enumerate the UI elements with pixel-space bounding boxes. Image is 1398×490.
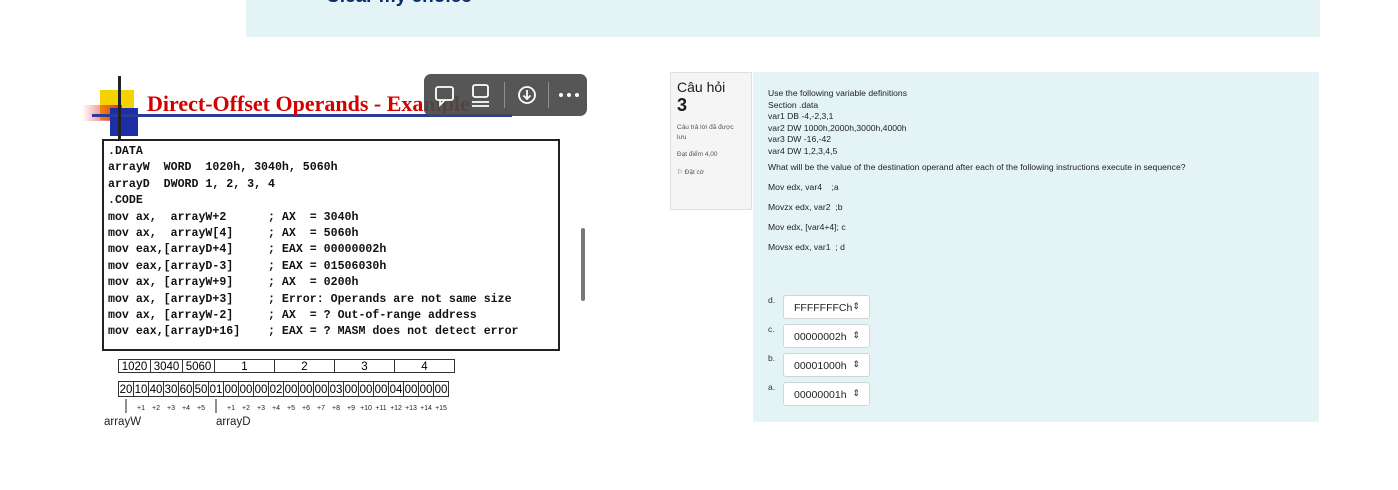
arrayW-label: arrayW — [104, 416, 142, 428]
instruction-line: Movsx edx, var1 ; d — [768, 241, 845, 252]
byte-cell: 30 — [163, 381, 179, 397]
comment-icon[interactable] — [430, 80, 460, 110]
byte-cell: 00 — [313, 381, 329, 397]
select-arrow-icon: ⇕ — [852, 359, 860, 369]
byte-cell: 50 — [193, 381, 209, 397]
byte-cell: 20 — [118, 381, 134, 397]
code-line: .CODE — [108, 194, 143, 208]
byte-cell: 00 — [238, 381, 254, 397]
code-line: mov ax, [arrayW+9] ; AX = 0200h — [108, 276, 359, 290]
question-content: Use the following variable definitions S… — [753, 72, 1319, 422]
answer-letter: a. — [768, 382, 776, 392]
question-line: var1 DB -4,-2,3,1 — [768, 111, 834, 121]
selected-value: 00000001h — [794, 389, 847, 401]
flag-label: Đặt cờ — [684, 169, 705, 176]
image-toolbar — [424, 74, 587, 116]
question-mark: Đạt điểm 4,00 — [677, 151, 718, 158]
byte-cell: 00 — [253, 381, 269, 397]
question-line: var2 DW 1000h,2000h,3000h,4000h — [768, 122, 907, 133]
code-line: mov eax,[arrayD+16] ; EAX = ? MASM does … — [108, 325, 519, 339]
slide-title: Direct-Offset Operands - Example — [147, 91, 470, 116]
answer-letter: b. — [768, 353, 776, 363]
byte-cell: 04 — [388, 381, 404, 397]
scrollbar[interactable] — [581, 228, 585, 301]
add-page-icon[interactable] — [466, 80, 496, 110]
byte-cell: 10 — [133, 381, 149, 397]
byte-cell: 01 — [208, 381, 224, 397]
byte-cell: 00 — [223, 381, 239, 397]
byte-cell: 00 — [343, 381, 359, 397]
question-title: Câu hỏi — [677, 79, 726, 95]
code-box: .DATA arrayW WORD 1020h, 3040h, 5060h ar… — [102, 139, 560, 351]
toolbar-divider — [504, 82, 505, 108]
flag-question[interactable]: ⚐ Đặt cờ — [677, 168, 704, 176]
code-line: mov ax, [arrayD+3] ; Error: Operands are… — [108, 292, 512, 306]
word-cell: 2 — [274, 359, 335, 373]
select-arrow-icon: ⇕ — [852, 388, 860, 398]
more-icon[interactable] — [554, 80, 584, 110]
word-row: 1020 3040 5060 1 2 3 4 — [118, 359, 455, 373]
code-line: mov ax, arrayW[4] ; AX = 5060h — [108, 226, 359, 240]
code-line: arrayW WORD 1020h, 3040h, 5060h — [108, 161, 338, 175]
selected-value: FFFFFFFCh — [794, 302, 853, 314]
answer-select-a[interactable]: 00000001h ⇕ — [783, 382, 870, 406]
byte-cell: 00 — [283, 381, 299, 397]
answer-select-c[interactable]: 00000002h ⇕ — [783, 324, 870, 348]
byte-cell: 00 — [373, 381, 389, 397]
question-line: var4 DW 1,2,3,4,5 — [768, 145, 838, 156]
question-prompt: What will be the value of the destinatio… — [768, 162, 1186, 172]
word-cell: 3 — [334, 359, 395, 373]
toolbar-divider — [548, 82, 549, 108]
slide-image: Direct-Offset Operands - Example .DATA a… — [82, 72, 587, 442]
code-line: arrayD DWORD 1, 2, 3, 4 — [108, 177, 275, 191]
byte-cell: 60 — [178, 381, 194, 397]
instruction-line: Movzx edx, var2 ;b — [768, 201, 843, 212]
question-text: Use the following variable definitions S… — [768, 88, 1186, 254]
selected-value: 00000002h — [794, 331, 847, 343]
byte-cell: 00 — [298, 381, 314, 397]
top-banner: Clear my choice — [246, 0, 1320, 37]
answer-select-b[interactable]: 00001000h ⇕ — [783, 353, 870, 377]
download-icon[interactable] — [512, 80, 542, 110]
answer-letter: c. — [768, 324, 775, 334]
slide-decoration — [118, 76, 121, 142]
selected-value: 00001000h — [794, 360, 847, 372]
question-line: Section .data — [768, 99, 819, 110]
word-cell: 5060 — [182, 359, 215, 373]
word-cell: 3040 — [150, 359, 183, 373]
byte-cell: 40 — [148, 381, 164, 397]
question-line: var3 DW -16,-42 — [768, 134, 832, 144]
instruction-line: Mov edx, var4 ;a — [768, 181, 839, 192]
word-cell: 4 — [394, 359, 455, 373]
word-cell: 1020 — [118, 359, 151, 373]
instruction-line: Mov edx, [var4+4]; c — [768, 221, 846, 232]
question-line: Use the following variable definitions — [768, 88, 908, 98]
word-cell: 1 — [214, 359, 275, 373]
pointer-arrows — [125, 399, 217, 413]
byte-cell: 00 — [358, 381, 374, 397]
question-number: 3 — [677, 95, 688, 115]
code-line: .DATA — [108, 145, 143, 158]
question-status: Câu trả lời đã được lưu — [677, 124, 734, 141]
flag-icon: ⚐ — [677, 169, 685, 176]
byte-cell: 00 — [403, 381, 419, 397]
byte-cell: 03 — [328, 381, 344, 397]
byte-cell: 00 — [433, 381, 449, 397]
code-line: mov ax, arrayW+2 ; AX = 3040h — [108, 210, 359, 224]
clear-choice-link[interactable]: Clear my choice — [326, 0, 472, 8]
code-line: mov eax,[arrayD+4] ; EAX = 00000002h — [108, 243, 387, 257]
code-line: mov eax,[arrayD-3] ; EAX = 01506030h — [108, 259, 387, 273]
select-arrow-icon: ⇕ — [852, 330, 860, 340]
code-line: mov ax, [arrayW-2] ; AX = ? Out-of-range… — [108, 308, 477, 322]
byte-cell: 00 — [418, 381, 434, 397]
question-info: Câu hỏi 3 Câu trả lời đã được lưu Đạt đi… — [670, 72, 752, 210]
byte-cell: 02 — [268, 381, 284, 397]
answer-letter: d. — [768, 295, 776, 305]
byte-row: 20 10 40 30 60 50 01 00 00 00 02 00 00 00 03 00 00 00 04 00… — [118, 381, 449, 397]
answer-select-d[interactable]: FFFFFFFCh ⇕ — [783, 295, 870, 319]
arrayD-label: arrayD — [216, 416, 251, 428]
slide-decoration — [110, 108, 138, 136]
select-arrow-icon: ⇕ — [852, 301, 860, 311]
